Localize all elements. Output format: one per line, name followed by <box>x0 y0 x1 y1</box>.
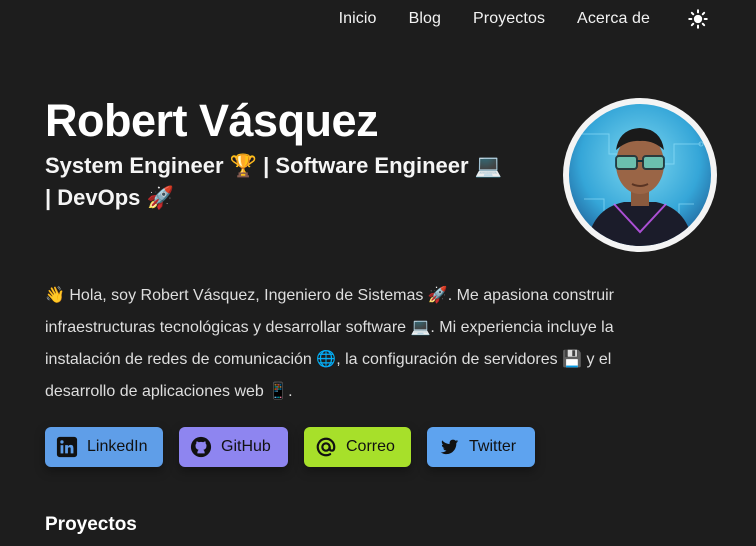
nav-link-acerca-de[interactable]: Acerca de <box>577 10 650 28</box>
email-label: Correo <box>346 438 395 455</box>
github-label: GitHub <box>221 438 271 455</box>
avatar-photo <box>569 104 711 246</box>
theme-toggle-button[interactable] <box>688 9 708 29</box>
linkedin-icon <box>55 435 79 459</box>
bio-line-1: 👋 Hola, soy Robert Vásquez, Ingeniero de… <box>45 287 615 304</box>
projects-section-title: Proyectos <box>45 514 137 535</box>
github-button[interactable]: GitHub <box>179 427 288 467</box>
bio-line-3: instalación de redes de comunicación 🌐, … <box>45 351 612 368</box>
bio-line-2: infraestructuras tecnológicas y desarrol… <box>45 319 614 336</box>
profile-name: Robert Vásquez <box>45 95 379 146</box>
subtitle-line-2: | DevOps 🚀 <box>45 185 174 210</box>
avatar <box>563 98 717 252</box>
page: Inicio Blog Proyectos Acerca de Robert V… <box>0 0 756 546</box>
twitter-icon <box>437 435 461 459</box>
github-icon <box>189 435 213 459</box>
twitter-label: Twitter <box>469 438 517 455</box>
email-button[interactable]: Correo <box>304 427 411 467</box>
linkedin-button[interactable]: LinkedIn <box>45 427 163 467</box>
sun-icon <box>688 9 708 29</box>
nav-link-proyectos[interactable]: Proyectos <box>473 10 545 28</box>
top-nav: Inicio Blog Proyectos Acerca de <box>339 0 756 38</box>
nav-link-blog[interactable]: Blog <box>409 10 441 28</box>
twitter-button[interactable]: Twitter <box>427 427 535 467</box>
bio-line-4: desarrollo de aplicaciones web 📱. <box>45 383 293 400</box>
linkedin-label: LinkedIn <box>87 438 148 455</box>
at-icon <box>314 435 338 459</box>
social-links: LinkedIn GitHub Correo Twitter <box>45 427 551 467</box>
subtitle-line-1: System Engineer 🏆 | Software Engineer 💻 <box>45 153 503 178</box>
nav-link-inicio[interactable]: Inicio <box>339 10 377 28</box>
profile-subtitle: System Engineer 🏆 | Software Engineer 💻 … <box>45 150 545 214</box>
bio-paragraph: 👋 Hola, soy Robert Vásquez, Ingeniero de… <box>45 280 685 408</box>
